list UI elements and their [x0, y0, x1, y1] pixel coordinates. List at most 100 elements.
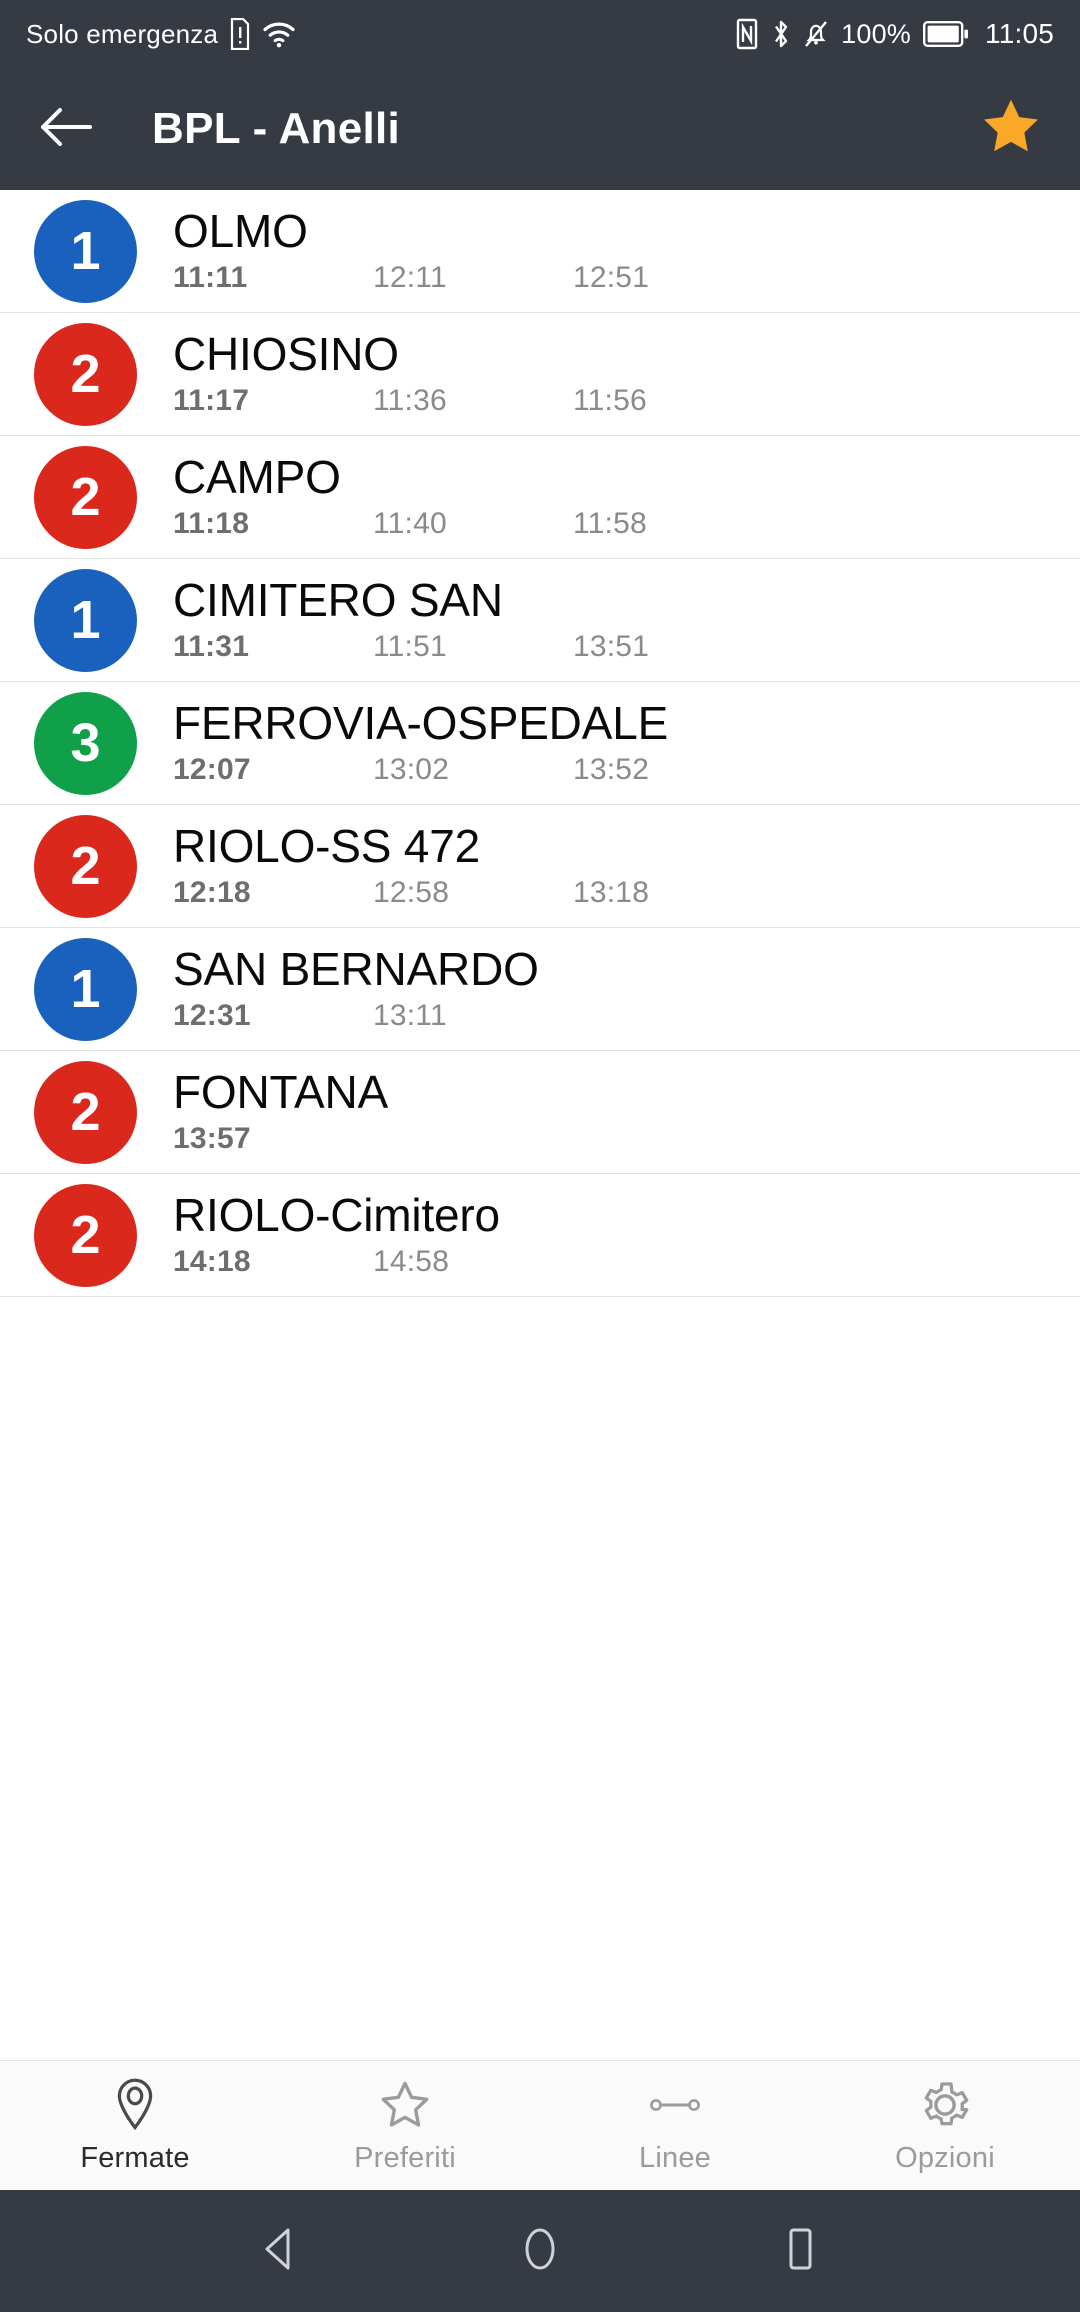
- line-badge: 2: [34, 322, 137, 426]
- next-departure-time: 12:31: [173, 999, 251, 1033]
- square-recents-icon: [778, 2224, 822, 2279]
- table-row[interactable]: 2 RIOLO-Cimitero 14:18 14:58: [0, 1174, 1080, 1297]
- stop-name: OLMO: [173, 204, 308, 257]
- next-departure-time: 12:07: [173, 753, 251, 787]
- departure-times: 12:31 13:11: [173, 999, 1058, 1033]
- row-body: CHIOSINO 11:17 11:36 11:56: [173, 323, 1058, 426]
- stop-name: RIOLO-SS 472: [173, 819, 480, 872]
- status-bar-left: Solo emergenza: [26, 18, 296, 50]
- star-outline-icon: [378, 2076, 432, 2134]
- table-row[interactable]: 2 FONTANA 13:57: [0, 1051, 1080, 1174]
- sim-alert-icon: [228, 18, 252, 50]
- next-departure-time: 12:18: [173, 876, 251, 910]
- stop-name: FERROVIA-OSPEDALE: [173, 696, 669, 749]
- departure-time: 11:51: [373, 630, 447, 664]
- circle-home-icon: [517, 2224, 563, 2279]
- bottom-nav-label: Preferiti: [354, 2142, 456, 2174]
- departure-times: 14:18 14:58: [173, 1245, 1058, 1279]
- departure-times: 11:17 11:36 11:56: [173, 384, 1058, 418]
- departure-times: 12:18 12:58 13:18: [173, 876, 1058, 910]
- android-home-button[interactable]: [505, 2216, 575, 2286]
- wifi-icon: [262, 20, 296, 48]
- bottom-navigation[interactable]: Fermate Preferiti Linee Opzioni: [0, 2060, 1080, 2190]
- row-body: SAN BERNARDO 12:31 13:11: [173, 938, 1058, 1041]
- line-badge: 2: [34, 814, 137, 918]
- table-row[interactable]: 2 CAMPO 11:18 11:40 11:58: [0, 436, 1080, 559]
- status-bar-clock: 11:05: [985, 18, 1054, 49]
- back-button[interactable]: [34, 97, 98, 161]
- line-badge: 1: [34, 937, 137, 1041]
- table-row[interactable]: 1 SAN BERNARDO 12:31 13:11: [0, 928, 1080, 1051]
- line-badge: 2: [34, 1060, 137, 1164]
- bluetooth-icon: [771, 18, 791, 50]
- status-bar-right: 100% 11:05: [735, 18, 1054, 50]
- line-badge: 1: [34, 568, 137, 672]
- departure-time: 13:18: [573, 876, 650, 910]
- bottom-nav-item-opzioni[interactable]: Opzioni: [810, 2061, 1080, 2191]
- carrier-label: Solo emergenza: [26, 18, 219, 49]
- departure-time: 11:56: [573, 384, 647, 418]
- departure-times: 12:07 13:02 13:52: [173, 753, 1058, 787]
- battery-full-icon: [923, 21, 969, 47]
- stop-name: RIOLO-Cimitero: [173, 1188, 500, 1241]
- departure-time: 13:02: [373, 753, 450, 787]
- next-departure-time: 11:11: [173, 261, 248, 295]
- stop-name: SAN BERNARDO: [173, 942, 539, 995]
- bottom-nav-label: Linee: [639, 2142, 711, 2174]
- departure-time: 11:36: [373, 384, 447, 418]
- page-title: BPL - Anelli: [152, 104, 401, 153]
- stop-name: CAMPO: [173, 450, 341, 503]
- bottom-nav-item-linee[interactable]: Linee: [540, 2061, 810, 2191]
- android-back-button[interactable]: [245, 2216, 315, 2286]
- departure-times: 13:57: [173, 1122, 1058, 1156]
- table-row[interactable]: 1 OLMO 11:11 12:11 12:51: [0, 190, 1080, 313]
- departure-time: 14:58: [373, 1245, 450, 1279]
- departure-times: 11:18 11:40 11:58: [173, 507, 1058, 541]
- line-badge: 3: [34, 691, 137, 795]
- table-row[interactable]: 2 RIOLO-SS 472 12:18 12:58 13:18: [0, 805, 1080, 928]
- departure-time: 13:52: [573, 753, 650, 787]
- bottom-nav-item-preferiti[interactable]: Preferiti: [270, 2061, 540, 2191]
- android-recents-button[interactable]: [765, 2216, 835, 2286]
- departures-list[interactable]: 1 OLMO 11:11 12:11 12:51 2 CHIOSINO 11:17 11:36 1…: [0, 190, 1080, 2060]
- route-line-icon: [646, 2076, 704, 2134]
- bottom-nav-item-fermate[interactable]: Fermate: [0, 2061, 270, 2191]
- departure-time: 13:51: [573, 630, 650, 664]
- table-row[interactable]: 1 CIMITERO SAN 11:31 11:51 13:51: [0, 559, 1080, 682]
- map-pin-icon: [109, 2076, 161, 2134]
- stop-name: CHIOSINO: [173, 327, 399, 380]
- nfc-icon: [735, 18, 759, 50]
- row-body: OLMO 11:11 12:11 12:51: [173, 200, 1058, 303]
- phone-screen: Solo emergenza 100% 11:05 BPL - Anelli 1…: [0, 0, 1080, 2312]
- next-departure-time: 11:17: [173, 384, 250, 418]
- stop-name: FONTANA: [173, 1065, 388, 1118]
- row-body: FERROVIA-OSPEDALE 12:07 13:02 13:52: [173, 692, 1058, 795]
- stop-name: CIMITERO SAN: [173, 573, 503, 626]
- arrow-left-icon: [37, 104, 95, 155]
- bottom-nav-label: Opzioni: [895, 2142, 995, 2174]
- next-departure-time: 11:31: [173, 630, 250, 664]
- departure-time: 12:58: [373, 876, 450, 910]
- departure-time: 12:51: [573, 261, 650, 295]
- line-badge: 1: [34, 199, 137, 303]
- line-badge: 2: [34, 1183, 137, 1287]
- departure-time: 13:11: [373, 999, 447, 1033]
- next-departure-time: 14:18: [173, 1245, 251, 1279]
- row-body: CIMITERO SAN 11:31 11:51 13:51: [173, 569, 1058, 672]
- app-bar: BPL - Anelli: [0, 68, 1080, 190]
- gear-icon: [917, 2076, 973, 2134]
- favorite-button[interactable]: [976, 94, 1046, 164]
- bottom-nav-label: Fermate: [80, 2142, 190, 2174]
- next-departure-time: 11:18: [173, 507, 250, 541]
- battery-percent-label: 100%: [841, 18, 911, 49]
- departure-times: 11:11 12:11 12:51: [173, 261, 1058, 295]
- next-departure-time: 13:57: [173, 1122, 251, 1156]
- table-row[interactable]: 3 FERROVIA-OSPEDALE 12:07 13:02 13:52: [0, 682, 1080, 805]
- android-navigation-bar: [0, 2190, 1080, 2312]
- star-filled-icon: [978, 95, 1044, 164]
- bell-muted-icon: [803, 19, 829, 49]
- row-body: CAMPO 11:18 11:40 11:58: [173, 446, 1058, 549]
- table-row[interactable]: 2 CHIOSINO 11:17 11:36 11:56: [0, 313, 1080, 436]
- row-body: RIOLO-SS 472 12:18 12:58 13:18: [173, 815, 1058, 918]
- departure-time: 11:58: [573, 507, 647, 541]
